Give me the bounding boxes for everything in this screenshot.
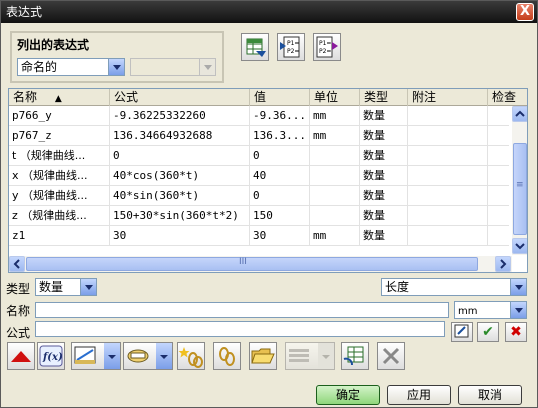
- function-button[interactable]: f(x): [37, 342, 65, 370]
- break-link-button[interactable]: [213, 342, 241, 370]
- filter-select[interactable]: 命名的: [17, 58, 125, 76]
- list-icon: [289, 349, 309, 362]
- table-row[interactable]: y （规律曲线... 40*sin(360*t) 0 数量: [9, 186, 509, 206]
- close-icon: X: [519, 4, 531, 19]
- column-header-formula[interactable]: 公式: [110, 89, 250, 106]
- checkmark-icon: ✔: [482, 324, 494, 340]
- table-row[interactable]: x （规律曲线... 40*cos(360*t) 40 数量: [9, 166, 509, 186]
- column-header-check[interactable]: 检查: [488, 89, 527, 106]
- name-label: 名称: [6, 304, 31, 318]
- accept-edit-button[interactable]: ✔: [477, 322, 499, 342]
- chevron-down-icon: [199, 59, 215, 75]
- expressions-dialog: 表达式 X 列出的表达式 命名的 P1= P2= P1= P2= 名称 ▲ 公式…: [0, 0, 538, 408]
- svg-text:P2=: P2=: [287, 48, 299, 55]
- move-up-button[interactable]: [7, 342, 35, 370]
- table-row[interactable]: p767_z 136.34664932688 136.3... mm 数量: [9, 126, 509, 146]
- horizontal-scrollbar[interactable]: III: [9, 256, 512, 272]
- disabled-list-split-button: [285, 342, 335, 370]
- folder-open-icon: [251, 348, 275, 364]
- function-icon: f(x): [39, 345, 63, 367]
- listed-expressions-group: 列出的表达式 命名的: [10, 31, 224, 83]
- import-parameters-button[interactable]: P1= P2=: [277, 33, 305, 61]
- svg-text:P2=: P2=: [319, 48, 331, 55]
- scroll-right-icon[interactable]: [495, 256, 511, 272]
- chevron-down-icon: [108, 59, 124, 75]
- column-header-type[interactable]: 类型: [360, 89, 408, 106]
- column-header-name[interactable]: 名称 ▲: [9, 89, 110, 106]
- scroll-up-icon[interactable]: [512, 106, 527, 122]
- vertical-scroll-grip: ≡: [516, 180, 524, 190]
- horizontal-scroll-grip: III: [239, 257, 247, 267]
- measure-split-button[interactable]: [71, 342, 121, 370]
- chevron-down-icon: [510, 302, 526, 318]
- red-triangle-up-icon: [11, 351, 31, 362]
- ok-button[interactable]: 确定: [316, 385, 380, 405]
- column-header-note[interactable]: 附注: [408, 89, 488, 106]
- expressions-table: 名称 ▲ 公式 值 单位 类型 附注 检查 p766_y -9.36225332…: [8, 88, 528, 273]
- svg-text:P1=: P1=: [319, 40, 331, 47]
- unit-value: mm: [458, 306, 478, 317]
- table-row[interactable]: z1 30 30 mm 数量: [9, 226, 509, 246]
- title-bar: 表达式 X: [1, 1, 537, 23]
- type-value: 数量: [39, 280, 64, 294]
- create-link-button[interactable]: [177, 342, 205, 370]
- type-select[interactable]: 数量: [35, 278, 97, 296]
- type-label: 类型: [6, 282, 31, 296]
- chain-link-icon: [219, 347, 235, 366]
- chevron-down-icon[interactable]: [156, 343, 172, 369]
- filter-value: 命名的: [21, 60, 58, 74]
- chevron-down-icon: [318, 343, 334, 369]
- table-row[interactable]: p766_y -9.36225332260 -9.36... mm 数量: [9, 106, 509, 126]
- dimension-select[interactable]: 长度: [381, 278, 527, 296]
- open-file-button[interactable]: [249, 342, 277, 370]
- listed-expressions-title: 列出的表达式: [17, 38, 90, 52]
- table-row[interactable]: z （规律曲线... 150+30*sin(360*t*2) 150 数量: [9, 206, 509, 226]
- vertical-scroll-thumb[interactable]: ≡: [513, 143, 527, 235]
- name-input[interactable]: [35, 302, 449, 318]
- measure-distance-icon: [74, 346, 96, 364]
- delete-button[interactable]: [377, 342, 405, 370]
- dimension-value: 长度: [385, 280, 410, 294]
- sort-ascending-icon: ▲: [54, 94, 62, 104]
- parameter-import-icon: P1= P2=: [280, 36, 300, 58]
- scroll-left-icon[interactable]: [9, 256, 25, 272]
- close-button[interactable]: X: [516, 3, 534, 21]
- formula-input[interactable]: [35, 321, 445, 337]
- delete-x-icon: [382, 347, 400, 365]
- reject-edit-button[interactable]: ✖: [505, 322, 527, 342]
- export-table-button[interactable]: [341, 342, 369, 370]
- cancel-button[interactable]: 取消: [458, 385, 522, 405]
- star-chain-icon: [178, 347, 203, 368]
- svg-text:P1=: P1=: [287, 40, 299, 47]
- reference-split-button[interactable]: [123, 342, 173, 370]
- formula-label: 公式: [6, 326, 31, 340]
- horizontal-scroll-thumb[interactable]: III: [26, 257, 478, 271]
- unit-select[interactable]: mm: [454, 301, 527, 319]
- export-spreadsheet-button[interactable]: [241, 33, 269, 61]
- svg-text:f(x): f(x): [42, 352, 63, 363]
- table-export-icon: [343, 346, 364, 366]
- reference-icon: [127, 349, 149, 363]
- column-header-value[interactable]: 值: [250, 89, 310, 106]
- spreadsheet-export-icon: [246, 38, 266, 57]
- chevron-down-icon: [80, 279, 96, 295]
- apply-button[interactable]: 应用: [387, 385, 451, 405]
- vertical-scrollbar[interactable]: ≡: [512, 106, 527, 255]
- scroll-down-icon[interactable]: [512, 238, 527, 254]
- secondary-filter-select: [130, 58, 216, 76]
- table-row[interactable]: t （规律曲线... 0 0 数量: [9, 146, 509, 166]
- chevron-down-icon: [510, 279, 526, 295]
- edit-formula-icon: [454, 324, 469, 338]
- parameter-export-icon: P1= P2=: [316, 36, 338, 58]
- x-mark-icon: ✖: [510, 324, 522, 340]
- formula-editor-button[interactable]: [451, 322, 473, 342]
- window-title: 表达式: [6, 5, 43, 19]
- export-parameters-button[interactable]: P1= P2=: [313, 33, 341, 61]
- chevron-down-icon[interactable]: [104, 343, 120, 369]
- table-header: 名称 ▲ 公式 值 单位 类型 附注 检查: [9, 89, 527, 106]
- column-header-unit[interactable]: 单位: [310, 89, 360, 106]
